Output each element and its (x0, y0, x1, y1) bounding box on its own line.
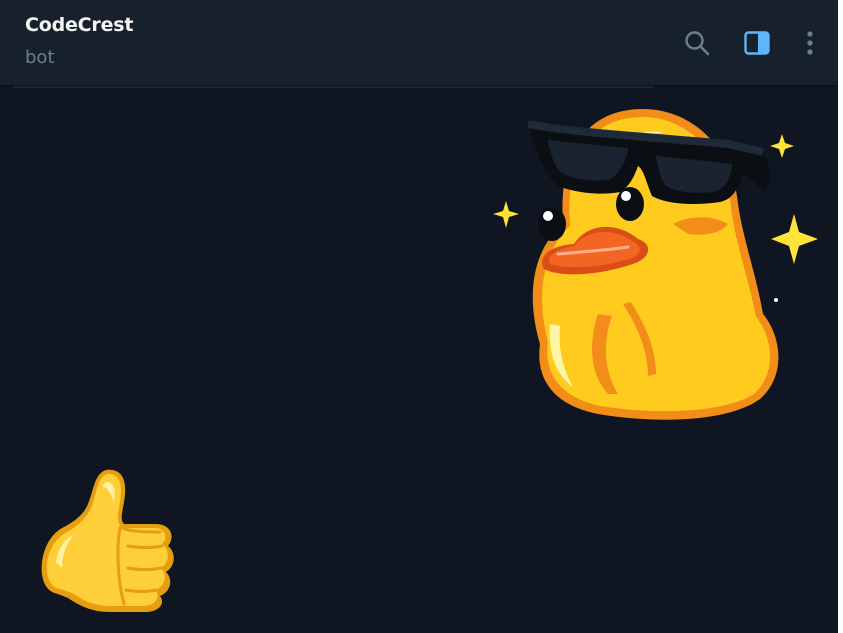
chat-title[interactable]: CodeCrest (25, 14, 133, 36)
window-edge (838, 0, 843, 633)
chat-subtitle: bot (25, 47, 55, 68)
header-divider (14, 86, 654, 88)
more-vertical-icon (807, 31, 813, 55)
more-options-button[interactable] (792, 25, 828, 61)
duck-sticker-message[interactable] (488, 104, 828, 424)
chat-header: CodeCrest bot (0, 0, 838, 86)
duck-sunglasses-sticker (493, 109, 818, 420)
search-button[interactable] (679, 25, 715, 61)
thumbs-up-icon (41, 469, 174, 612)
search-icon (685, 31, 710, 56)
chat-window: CodeCrest bot (0, 0, 838, 633)
toggle-side-panel-button[interactable] (739, 25, 775, 61)
side-panel-icon (744, 31, 770, 55)
thumbs-up-sticker-message[interactable] (36, 462, 178, 614)
